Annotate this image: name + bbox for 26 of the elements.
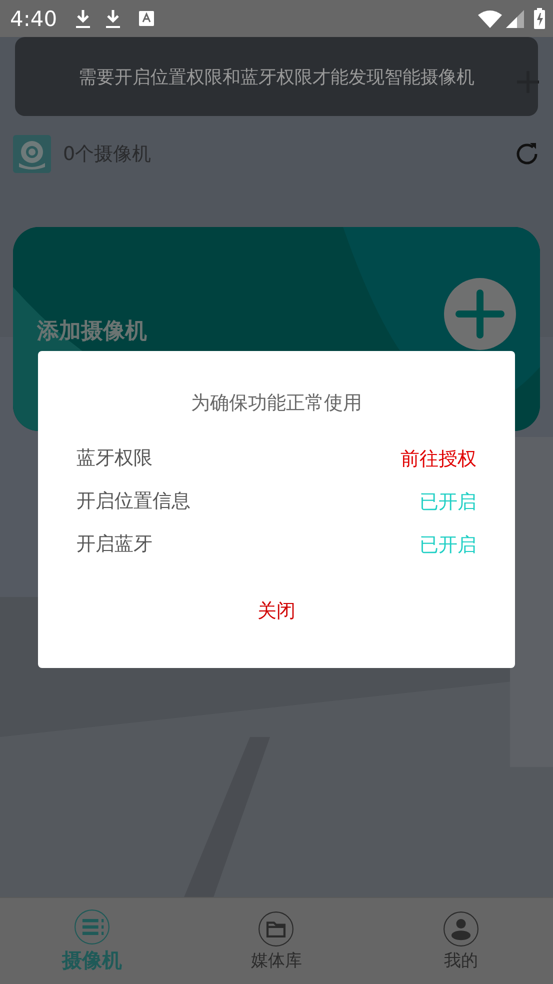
nav-tab[interactable]: 媒体库 — [184, 898, 369, 984]
permission-label: 蓝牙权限 — [76, 446, 152, 471]
nav-tab[interactable]: 我的 — [368, 898, 553, 984]
wifi-icon — [478, 10, 502, 28]
user-icon — [442, 910, 479, 946]
download-icon — [105, 8, 122, 28]
permission-label: 开启蓝牙 — [76, 532, 152, 557]
permission-status[interactable]: 已开启 — [420, 489, 476, 515]
folder-icon — [258, 910, 294, 946]
nav-tab[interactable]: 摄像机 — [0, 898, 184, 984]
menu-icon — [74, 908, 110, 944]
status-time: 4:40 — [10, 6, 58, 30]
dialog-title: 为确保功能正常使用 — [191, 391, 362, 416]
toast-text: 需要开启位置权限和蓝牙权限才能发现智能摄像机 — [78, 66, 474, 88]
battery-icon — [534, 8, 545, 29]
add-camera-label: 添加摄像机 — [37, 318, 147, 346]
camera-icon — [13, 135, 51, 173]
permission-status[interactable]: 已开启 — [420, 532, 476, 558]
signal-icon — [506, 10, 524, 28]
download-icon — [75, 8, 92, 28]
font-icon — [139, 11, 154, 26]
close-button[interactable]: 关闭 — [258, 598, 296, 624]
permission-status[interactable]: 前往授权 — [400, 446, 476, 472]
permission-label: 开启位置信息 — [76, 489, 190, 514]
refresh-icon[interactable] — [514, 141, 540, 167]
plus-icon[interactable] — [444, 278, 516, 350]
